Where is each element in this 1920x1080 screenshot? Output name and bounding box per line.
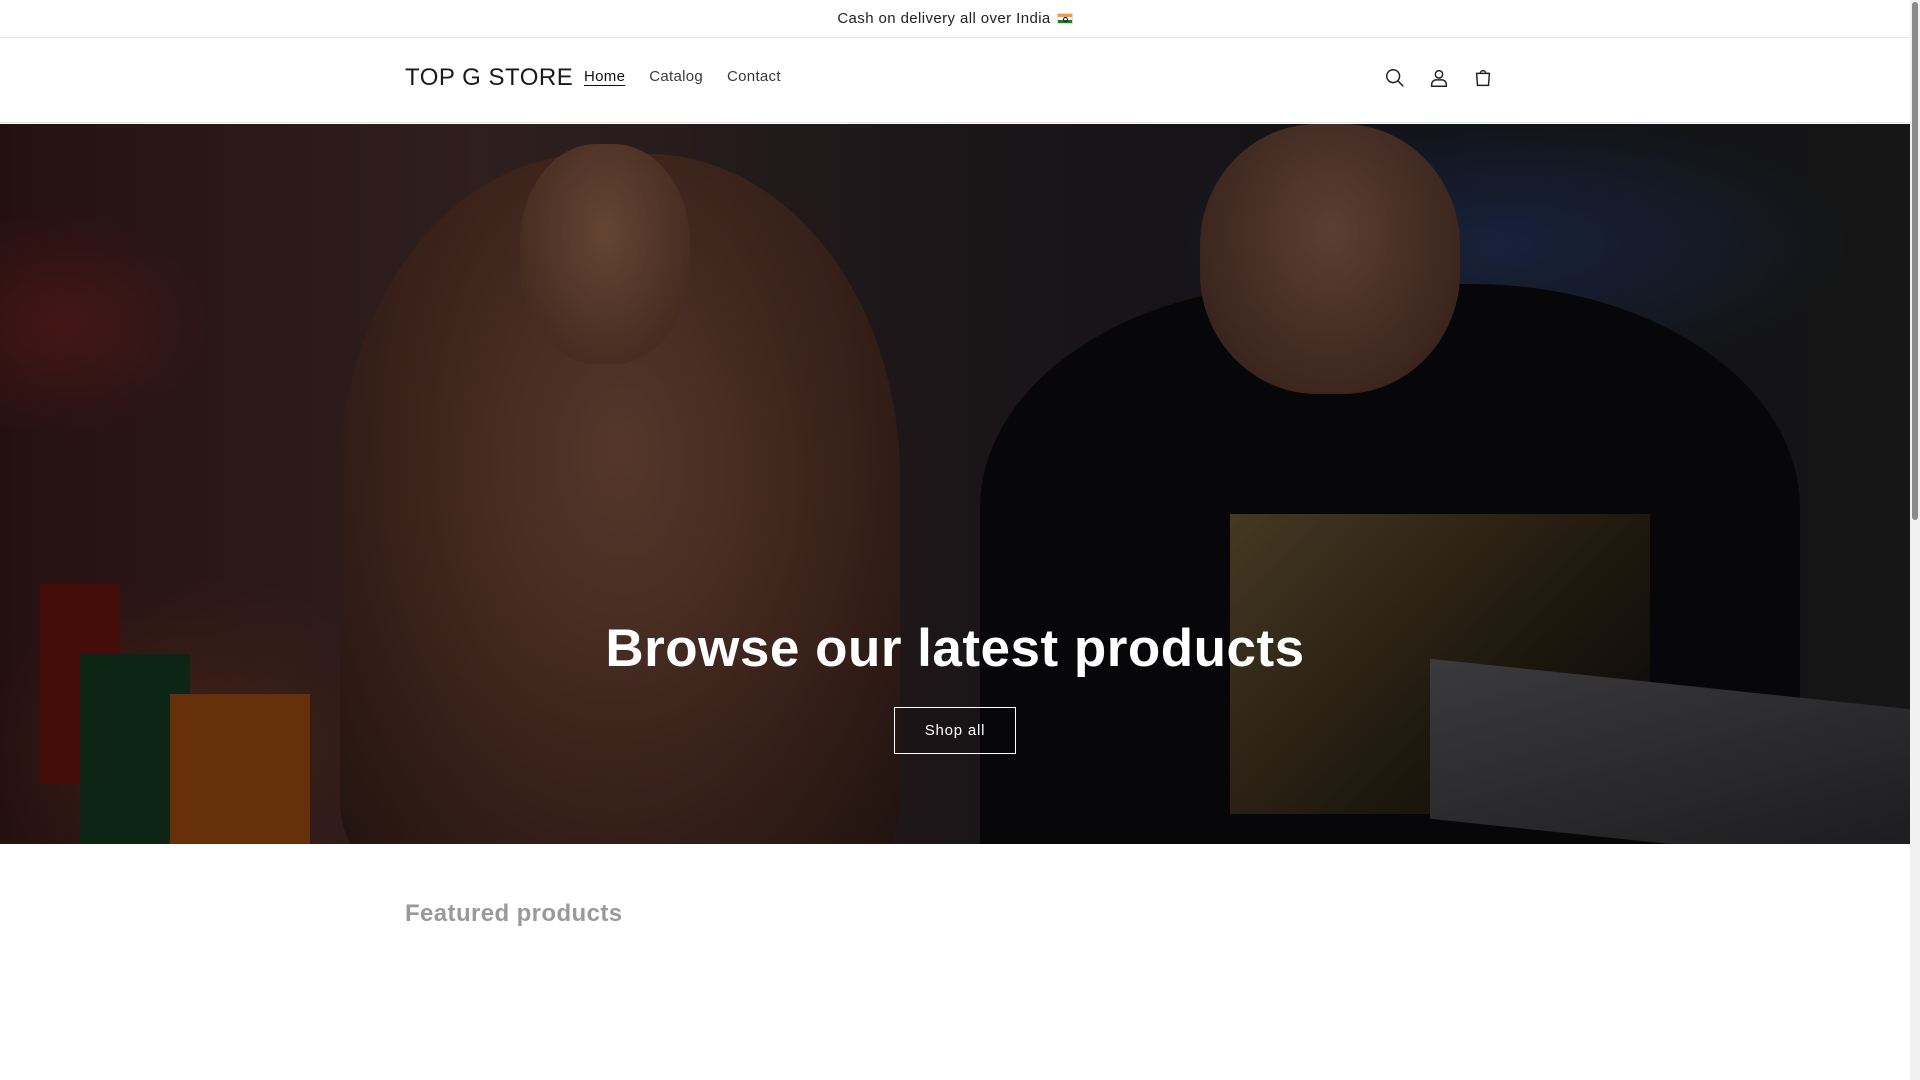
store-logo[interactable]: TOP G STORE [405,64,573,92]
nav-home[interactable]: Home [572,68,637,85]
india-flag-icon [1056,13,1073,24]
hero-banner: Browse our latest products Shop all [0,124,1910,844]
cart-icon[interactable] [1468,63,1498,93]
shop-all-button[interactable]: Shop all [894,707,1016,754]
page-scrollbar[interactable] [1910,0,1920,1080]
nav-catalog[interactable]: Catalog [637,68,715,85]
announcement-text: Cash on delivery all over India [837,10,1051,27]
featured-products-heading: Featured products [405,900,623,927]
announcement-bar: Cash on delivery all over India [0,0,1910,38]
scrollbar-thumb[interactable] [1912,2,1918,520]
site-header: TOP G STORE Home Catalog Contact [0,38,1910,123]
search-icon[interactable] [1380,63,1410,93]
main-nav: Home Catalog Contact [572,68,793,85]
hero-title: Browse our latest products [605,619,1305,678]
nav-contact[interactable]: Contact [715,68,793,85]
page: Cash on delivery all over India TOP G ST… [0,0,1910,1080]
header-icons [1380,63,1498,93]
account-icon[interactable] [1424,63,1454,93]
